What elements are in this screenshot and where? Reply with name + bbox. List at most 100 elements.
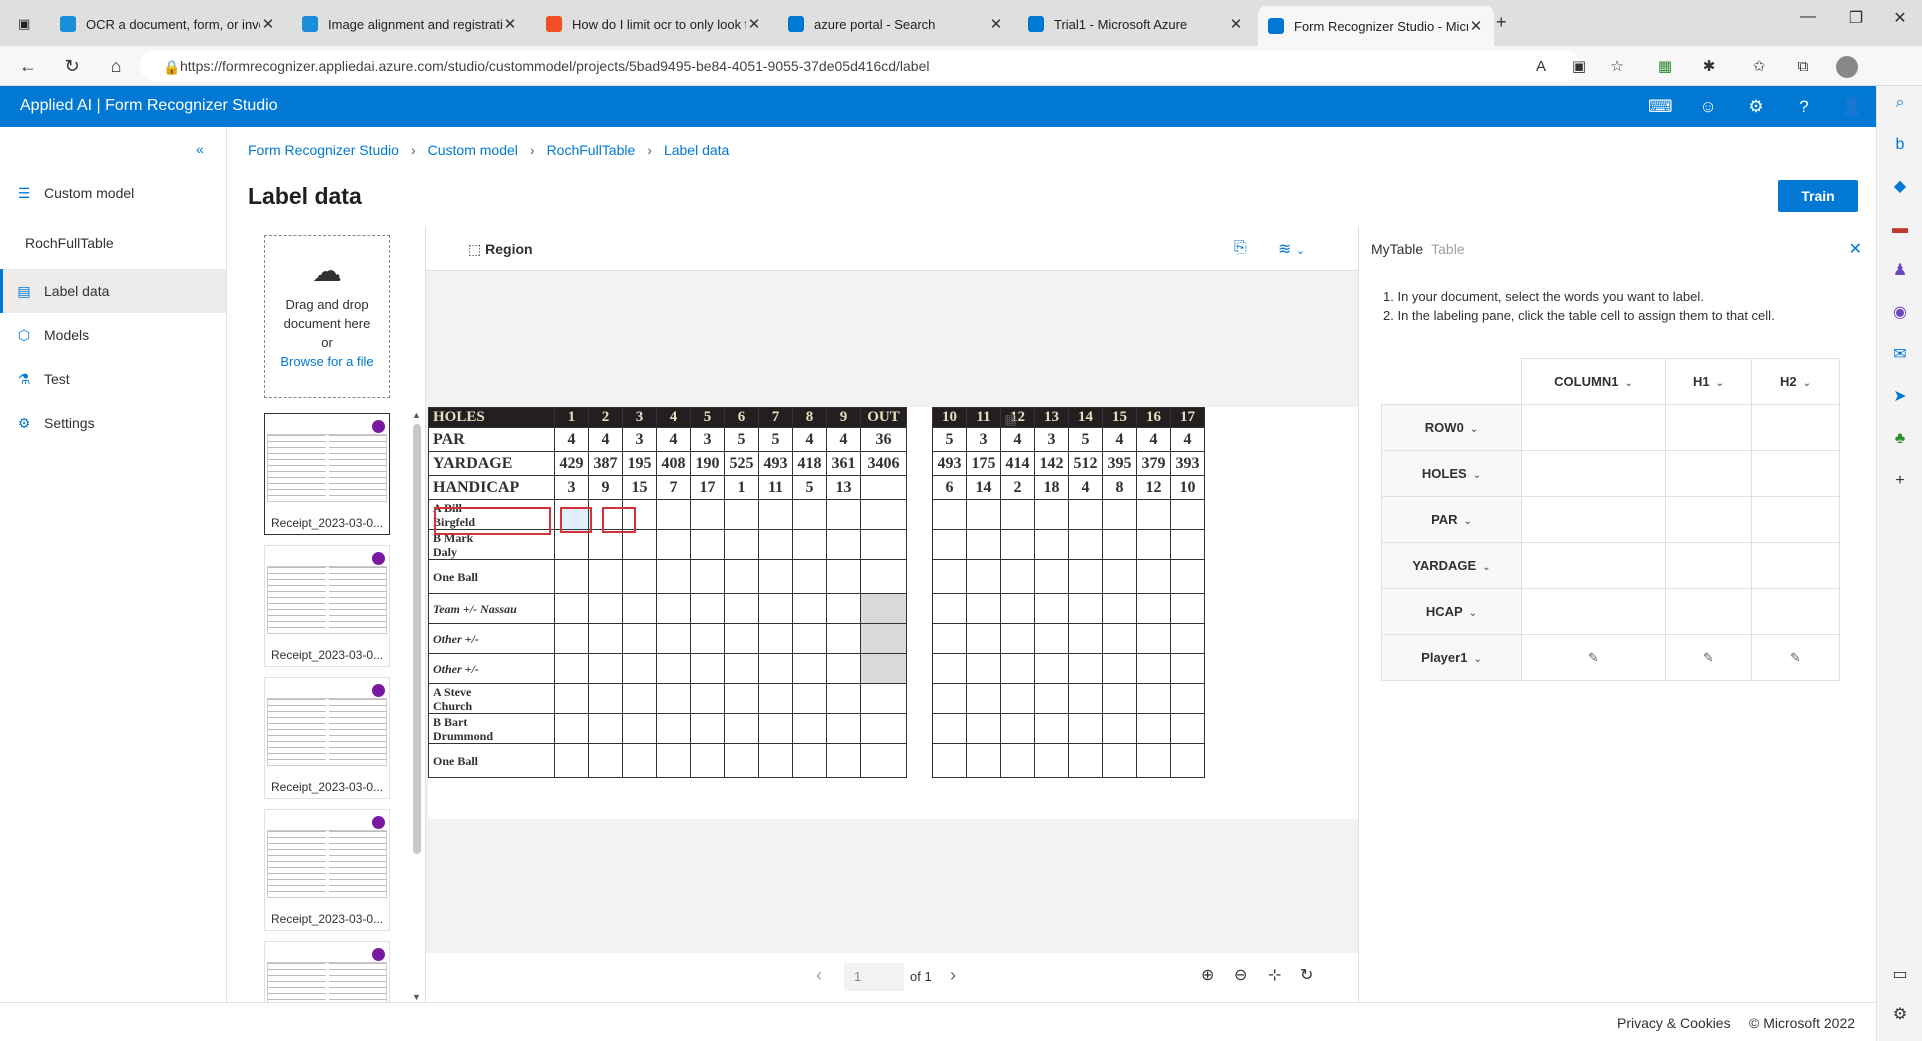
edit-cell-icon[interactable]: ✎ <box>1703 650 1714 665</box>
scorecard-cell[interactable] <box>1034 683 1069 714</box>
scorecard-cell[interactable] <box>622 593 657 624</box>
scorecard-cell[interactable] <box>1102 529 1137 560</box>
scorecard-cell[interactable] <box>622 743 657 778</box>
selected-region-box[interactable] <box>434 507 551 535</box>
row-header[interactable]: ROW0 ⌄ <box>1381 404 1522 451</box>
scorecard-cell[interactable]: 5 <box>758 427 793 452</box>
scorecard-cell[interactable] <box>1068 559 1103 594</box>
scorecard-cell[interactable] <box>588 623 623 654</box>
nav-custom-model[interactable]: ☰ Custom model <box>0 171 226 215</box>
scorecard-cell[interactable]: 4 <box>826 427 861 452</box>
scorecard-cell[interactable] <box>690 653 725 684</box>
scorecard-cell[interactable] <box>1102 683 1137 714</box>
browser-tab[interactable]: Image alignment and registratio ✕ <box>292 8 528 40</box>
scorecard-cell[interactable] <box>1034 743 1069 778</box>
sidebar-toggle-icon[interactable]: ▭ <box>1889 964 1911 986</box>
scorecard-cell[interactable] <box>906 475 933 500</box>
row-header[interactable]: HCAP ⌄ <box>1381 588 1522 635</box>
home-button[interactable]: ⌂ <box>104 54 128 78</box>
scorecard-cell[interactable] <box>860 683 907 714</box>
nav-settings[interactable]: ⚙ Settings <box>0 401 226 445</box>
scorecard-cell[interactable] <box>966 623 1001 654</box>
scorecard-cell[interactable] <box>792 743 827 778</box>
rotate-icon[interactable]: ↻ <box>1300 965 1313 985</box>
player-label[interactable]: Team +/- Nassau <box>428 593 555 624</box>
page-number-input[interactable]: 1 <box>844 963 904 991</box>
scorecard-cell[interactable] <box>1034 559 1069 594</box>
scorecard-cell[interactable] <box>906 653 933 684</box>
scorecard-cell[interactable]: 6 <box>932 475 967 500</box>
scorecard-cell[interactable] <box>758 743 793 778</box>
scroll-down-icon[interactable]: ▼ <box>412 992 421 1002</box>
scorecard-cell[interactable] <box>932 743 967 778</box>
scorecard-cell[interactable] <box>906 683 933 714</box>
scorecard-cell[interactable] <box>1034 623 1069 654</box>
scorecard-cell[interactable] <box>622 623 657 654</box>
scorecard-cell[interactable] <box>724 713 759 744</box>
scorecard-cell[interactable] <box>1034 713 1069 744</box>
browser-tab[interactable]: Trial1 - Microsoft Azure ✕ <box>1018 8 1254 40</box>
label-cell[interactable]: ✎ <box>1521 634 1666 681</box>
scroll-up-icon[interactable]: ▲ <box>412 410 421 420</box>
breadcrumb-studio[interactable]: Form Recognizer Studio <box>248 142 399 158</box>
profile-avatar[interactable] <box>1836 56 1858 78</box>
scorecard-cell[interactable] <box>588 559 623 594</box>
edit-cell-icon[interactable]: ✎ <box>1790 650 1801 665</box>
prev-page-icon[interactable]: ‹ <box>816 965 822 986</box>
scorecard-cell[interactable] <box>826 683 861 714</box>
scorecard-cell[interactable] <box>1136 529 1171 560</box>
scorecard-cell[interactable] <box>758 653 793 684</box>
restore-button[interactable]: ❐ <box>1836 8 1876 28</box>
player-label[interactable]: Other +/- <box>428 623 555 654</box>
scorecard-cell[interactable]: 3 <box>690 427 725 452</box>
scorecard-cell[interactable] <box>1136 743 1171 778</box>
scorecard-cell[interactable] <box>724 593 759 624</box>
scorecard-cell[interactable] <box>1136 653 1171 684</box>
close-tab-icon[interactable]: ✕ <box>746 15 762 33</box>
scorecard-cell[interactable] <box>1068 743 1103 778</box>
scorecard-cell[interactable] <box>1000 499 1035 530</box>
scorecard-cell[interactable] <box>656 623 691 654</box>
label-cell[interactable] <box>1751 542 1840 589</box>
row-header[interactable]: PAR ⌄ <box>1381 496 1522 543</box>
label-cell[interactable] <box>1521 542 1666 589</box>
scorecard-cell[interactable] <box>932 559 967 594</box>
scorecard-cell[interactable] <box>588 593 623 624</box>
scorecard-cell[interactable] <box>932 713 967 744</box>
scorecard-cell[interactable] <box>724 653 759 684</box>
scorecard-cell[interactable]: 195 <box>622 451 657 476</box>
scorecard-cell[interactable] <box>758 713 793 744</box>
scorecard-cell[interactable] <box>966 713 1001 744</box>
chevron-down-icon[interactable]: ⌄ <box>1473 470 1481 481</box>
scorecard-cell[interactable] <box>1068 623 1103 654</box>
chevron-down-icon[interactable]: ⌄ <box>1470 424 1478 435</box>
label-cell[interactable] <box>1665 542 1752 589</box>
scorecard-cell[interactable] <box>656 559 691 594</box>
scorecard-cell[interactable] <box>758 559 793 594</box>
breadcrumb-label-data[interactable]: Label data <box>664 142 729 158</box>
scorecard-cell[interactable] <box>1068 593 1103 624</box>
scorecard-cell[interactable] <box>826 653 861 684</box>
scorecard-cell[interactable] <box>792 529 827 560</box>
scorecard-cell[interactable] <box>1000 529 1035 560</box>
scorecard-cell[interactable] <box>1136 499 1171 530</box>
sidebar-settings-icon[interactable]: ⚙ <box>1889 1004 1911 1026</box>
scorecard-cell[interactable] <box>724 559 759 594</box>
player-label[interactable]: One Ball <box>428 743 555 778</box>
scorecard-cell[interactable]: 4 <box>792 427 827 452</box>
tools-icon[interactable]: ▬ <box>1889 218 1911 240</box>
scorecard-cell[interactable]: 493 <box>758 451 793 476</box>
label-cell[interactable] <box>1751 404 1840 451</box>
scorecard-cell[interactable]: 408 <box>656 451 691 476</box>
scorecard-cell[interactable] <box>826 623 861 654</box>
office-icon[interactable]: ◉ <box>1889 302 1911 324</box>
scorecard-cell[interactable] <box>932 683 967 714</box>
chevron-down-icon[interactable]: ⌄ <box>1464 516 1472 527</box>
scorecard-cell[interactable] <box>1136 593 1171 624</box>
scorecard-cell[interactable]: 36 <box>860 427 907 452</box>
scorecard-cell[interactable]: 11 <box>966 407 1001 428</box>
layers-icon[interactable]: ≋ ⌄ <box>1278 239 1305 259</box>
feedback-smiley-icon[interactable]: ☺ <box>1696 95 1720 119</box>
scorecard-cell[interactable] <box>656 529 691 560</box>
label-cell[interactable]: ✎ <box>1665 634 1752 681</box>
